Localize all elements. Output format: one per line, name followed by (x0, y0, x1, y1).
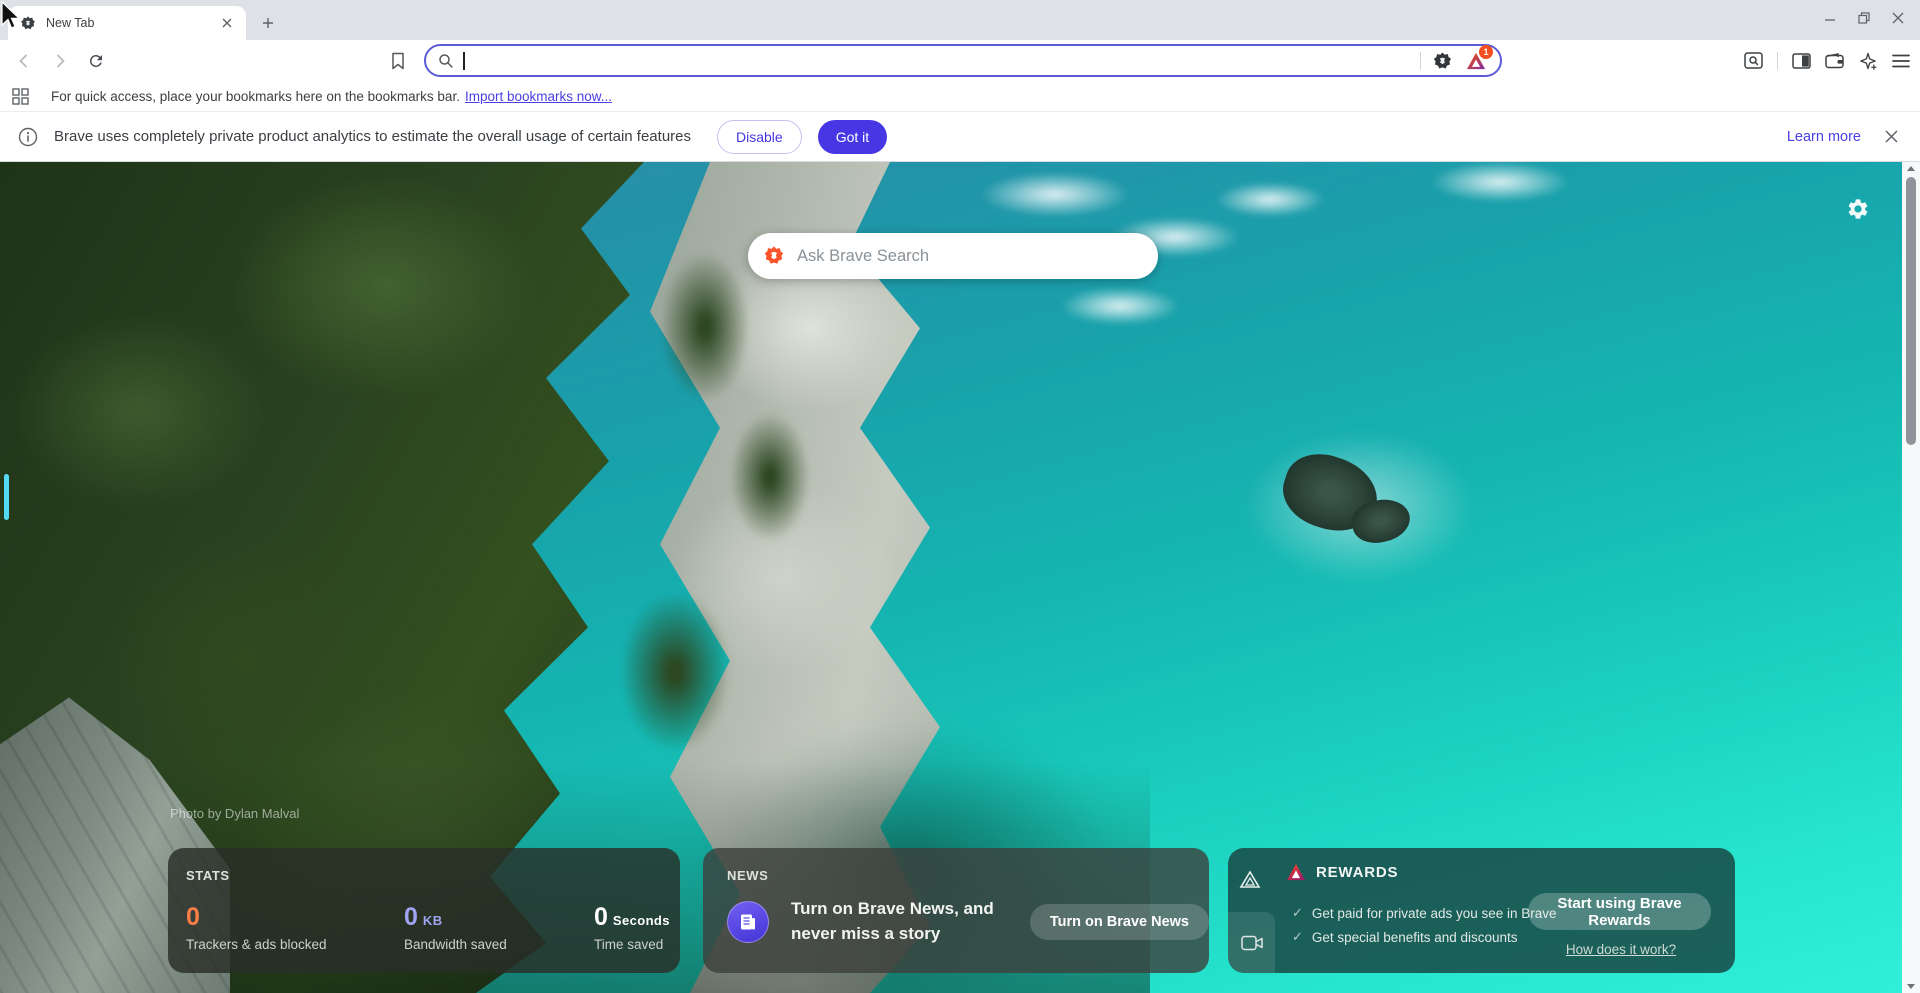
check-icon: ✓ (1292, 929, 1303, 945)
search-icon (438, 53, 454, 69)
info-icon (18, 127, 38, 147)
how-does-it-work-link[interactable]: How does it work? (1546, 942, 1696, 957)
window-controls (1824, 0, 1912, 36)
bookmarks-hint-text: For quick access, place your bookmarks h… (51, 89, 460, 104)
rewards-widget: REWARDS ✓ Get paid for private ads you s… (1228, 848, 1735, 973)
start-rewards-button[interactable]: Start using Brave Rewards (1528, 893, 1711, 930)
search-tabs-icon[interactable] (1744, 52, 1763, 69)
scrollbar-thumb[interactable] (1906, 177, 1916, 445)
leo-ai-icon[interactable] (1858, 51, 1878, 71)
customize-gear-icon[interactable] (1846, 197, 1870, 221)
browser-window: New Tab (0, 0, 1920, 993)
stat-label: Time saved (594, 937, 670, 952)
stat-unit: KB (423, 913, 443, 928)
news-widget: NEWS Turn on Brave News, and never miss … (703, 848, 1209, 973)
forward-icon[interactable] (46, 47, 74, 75)
brave-shields-icon[interactable] (1433, 50, 1452, 71)
privacy-notice-bar: Brave uses completely private product an… (0, 112, 1920, 162)
mouse-cursor (0, 1, 22, 31)
import-bookmarks-link[interactable]: Import bookmarks now... (465, 89, 612, 104)
check-icon: ✓ (1292, 905, 1303, 921)
stats-widget: STATS 0 Trackers & ads blocked 0 KB Band… (168, 848, 680, 973)
stats-title: STATS (186, 868, 680, 883)
stat-bandwidth: 0 KB Bandwidth saved (404, 905, 594, 952)
divider (1777, 52, 1778, 70)
got-it-button[interactable]: Got it (818, 120, 887, 154)
brave-talk-tab[interactable] (1228, 912, 1275, 973)
news-title: NEWS (727, 868, 1209, 883)
back-icon[interactable] (10, 47, 38, 75)
tab-new-tab[interactable]: New Tab (8, 6, 246, 40)
brave-rewards-icon[interactable]: 1 (1464, 49, 1488, 73)
rewards-benefit: ✓ Get paid for private ads you see in Br… (1292, 905, 1557, 921)
toolbar: 1 (0, 40, 1920, 81)
benefit-text: Get special benefits and discounts (1312, 930, 1518, 945)
menu-icon[interactable] (1892, 54, 1910, 68)
bookmark-icon[interactable] (384, 47, 412, 75)
tab-title: New Tab (46, 16, 218, 30)
learn-more-link[interactable]: Learn more (1787, 129, 1861, 145)
new-tab-page: Photo by Dylan Malval STATS 0 Trackers &… (0, 162, 1920, 993)
scrollbar[interactable] (1902, 162, 1920, 993)
apps-grid-icon[interactable] (12, 88, 29, 105)
close-notice-icon[interactable] (1885, 130, 1898, 143)
wallet-icon[interactable] (1825, 53, 1844, 69)
stat-time-saved: 0 Seconds Time saved (594, 905, 670, 952)
video-camera-icon (1241, 935, 1263, 951)
turn-on-news-button[interactable]: Turn on Brave News (1030, 904, 1209, 940)
rewards-benefit: ✓ Get special benefits and discounts (1292, 929, 1518, 945)
brave-favicon-icon (20, 15, 36, 31)
tab-strip: New Tab (0, 0, 1920, 40)
search-input[interactable] (797, 247, 1142, 266)
stat-label: Bandwidth saved (404, 937, 594, 952)
news-headline: Turn on Brave News, and never miss a sto… (791, 897, 1018, 946)
privacy-message: Brave uses completely private product an… (54, 128, 691, 145)
bat-logo-icon (1286, 863, 1306, 881)
reload-icon[interactable] (82, 47, 110, 75)
address-bar-input[interactable] (475, 53, 1421, 69)
text-caret (463, 52, 465, 70)
sidebar-hover-indicator[interactable] (4, 474, 9, 520)
stat-trackers: 0 Trackers & ads blocked (186, 905, 404, 952)
scroll-up-icon[interactable] (1907, 166, 1915, 171)
news-icon (727, 901, 769, 943)
brave-logo-icon (764, 245, 784, 267)
rewards-tab-icon[interactable] (1238, 868, 1262, 892)
sidebar-panel-icon[interactable] (1792, 53, 1811, 69)
tab-close-icon[interactable] (218, 14, 236, 32)
stat-unit: Seconds (613, 913, 670, 928)
stat-label: Trackers & ads blocked (186, 937, 404, 952)
divider (1420, 52, 1421, 70)
brave-search-box[interactable] (748, 233, 1158, 279)
stat-value: 0 (186, 905, 200, 930)
address-bar[interactable]: 1 (424, 44, 1502, 77)
rewards-title: REWARDS (1316, 864, 1398, 881)
photo-credit[interactable]: Photo by Dylan Malval (170, 806, 299, 821)
window-close-icon[interactable] (1892, 12, 1904, 24)
stat-value: 0 (594, 905, 608, 930)
rewards-badge: 1 (1479, 45, 1493, 59)
disable-button[interactable]: Disable (717, 120, 802, 154)
window-restore-icon[interactable] (1858, 12, 1870, 24)
benefit-text: Get paid for private ads you see in Brav… (1312, 906, 1557, 921)
scroll-down-icon[interactable] (1907, 984, 1915, 989)
bookmarks-bar: For quick access, place your bookmarks h… (0, 81, 1920, 112)
stat-value: 0 (404, 905, 418, 930)
new-tab-button[interactable] (256, 11, 280, 35)
window-minimize-icon[interactable] (1824, 12, 1836, 24)
